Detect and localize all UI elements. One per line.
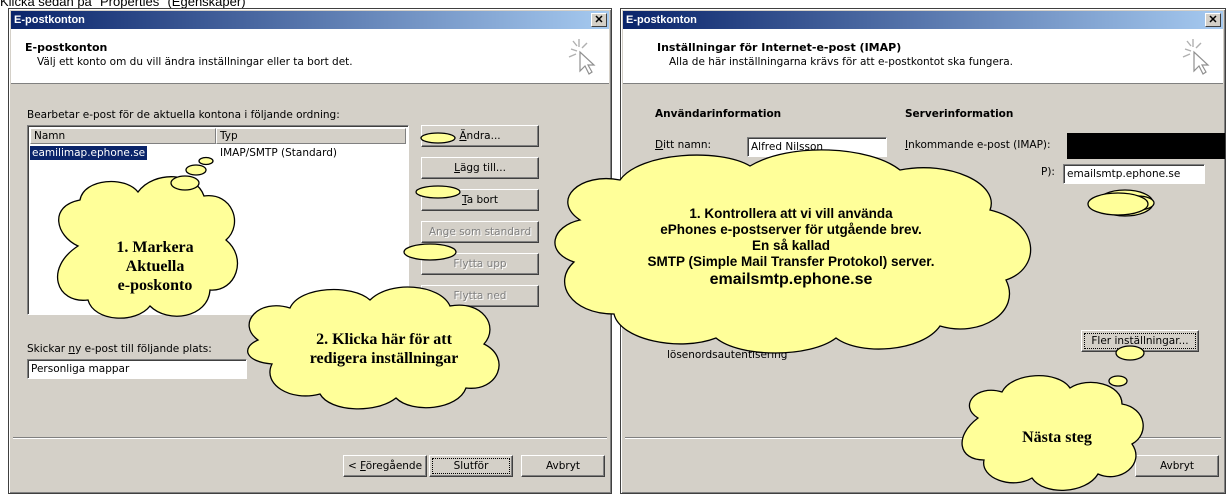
add-button[interactable]: Lägg till... [421,157,539,179]
server-info-heading: Serverinformation [905,108,1014,120]
window-title: E-postkonton [14,14,85,26]
more-settings-button[interactable]: Fler inställningar... [1081,330,1199,352]
back-button[interactable]: < Föregående [343,455,427,477]
column-header-type[interactable]: Typ [216,128,406,144]
close-icon: ✕ [594,14,604,26]
callout-line: 1. Markera [116,239,194,256]
header-title: Inställningar för Internet-e-post (IMAP) [657,41,902,54]
cancel-button[interactable]: Avbryt [1135,455,1219,477]
deliver-location-label: Skickar ny e-post till följande plats: [27,343,212,355]
user-info-heading: Användarinformation [655,108,782,120]
set-default-button[interactable]: Ange som standard [421,221,539,243]
callout-text-next-step: Nästa steg [990,428,1124,447]
wizard-wand-icon [568,39,596,75]
account-row-name[interactable]: eamilimap.ephone.se [30,146,148,160]
account-list[interactable]: Namn Typ eamilimap.ephone.se IMAP/SMTP (… [27,125,409,315]
cancel-button[interactable]: Avbryt [521,455,605,477]
callout-line: SMTP (Simple Mail Transfer Protokol) ser… [647,254,935,269]
deliver-location-select[interactable]: Personliga mappar [27,359,247,379]
callout-text-select-account: 1. Markera Aktuella e-poskonto [92,238,218,295]
callout-text-check-smtp: 1. Kontrollera att vi vill använda ePhon… [588,206,994,290]
email-address-label: E-postadress [655,166,723,178]
outgoing-server-input[interactable]: emailsmtp.ephone.se [1063,164,1205,184]
move-down-button[interactable]: Flytta ned [421,285,539,307]
wizard-header: E-postkonton Välj ett konto om du vill ä… [11,29,609,84]
redacted-incoming-server [1067,133,1225,159]
callout-line: ePhones e-postserver för utgående brev. [660,222,922,237]
change-button[interactable]: Ändra... [421,125,539,147]
title-bar: E-postkonton ✕ [623,11,1223,29]
title-bar: E-postkonton ✕ [11,11,609,29]
window-title: E-postkonton [626,14,697,26]
your-name-label: Ditt namn: [655,139,712,151]
callout-line: Nästa steg [1022,429,1092,446]
callout-line: Aktuella [125,258,185,275]
callout-line: emailsmtp.ephone.se [709,271,873,288]
your-name-input[interactable]: Alfred Nilsson [747,137,887,157]
account-row-type[interactable]: IMAP/SMTP (Standard) [220,146,337,160]
move-up-button[interactable]: Flytta upp [421,253,539,275]
close-icon: ✕ [1208,14,1218,26]
column-header-name[interactable]: Namn [30,128,216,144]
account-list-label: Bearbetar e-post för de aktuella kontona… [27,109,340,121]
footer-divider [625,437,1221,439]
header-title: E-postkonton [25,41,108,54]
incoming-server-label: Inkommande e-post (IMAP): [905,139,1051,151]
header-subtitle: Alla de här inställningarna krävs för at… [669,56,1014,68]
callout-line: redigera inställningar [309,350,459,367]
callout-line: 2. Klicka här för att [316,331,452,348]
close-button[interactable]: ✕ [1205,13,1221,27]
callout-text-edit-settings: 2. Klicka här för att redigera inställni… [286,330,482,368]
outgoing-server-label: P): [1041,166,1055,178]
finish-button[interactable]: Slutför [429,455,513,477]
callout-line: e-poskonto [117,277,193,294]
header-subtitle: Välj ett konto om du vill ändra inställn… [37,56,353,68]
password-auth-label: lösenordsautentisering [667,349,788,361]
callout-line: En så kallad [751,238,831,253]
remove-button[interactable]: Ta bort [421,189,539,211]
callout-line: 1. Kontrollera att vi vill använda [689,206,893,221]
footer-divider [13,437,607,439]
close-button[interactable]: ✕ [591,13,607,27]
wizard-wand-icon [1182,39,1210,75]
wizard-header: Inställningar för Internet-e-post (IMAP)… [623,29,1223,84]
